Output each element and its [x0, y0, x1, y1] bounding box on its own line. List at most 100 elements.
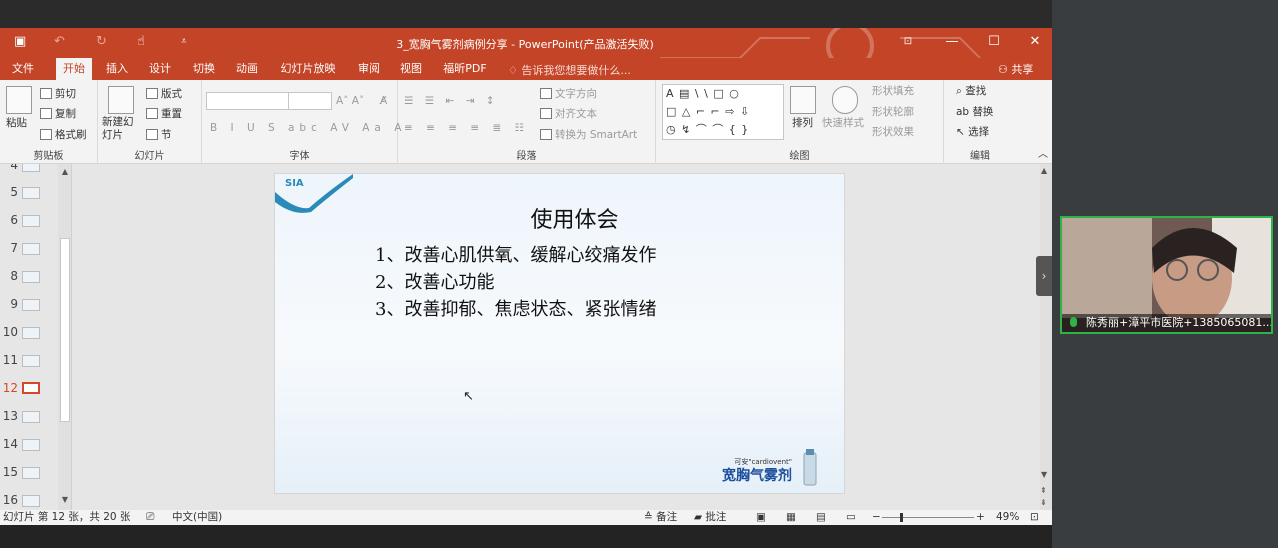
quick-styles-icon[interactable]	[832, 86, 858, 114]
zoom-in-icon[interactable]: +	[976, 510, 985, 525]
share-button[interactable]: ⚇ 共享	[998, 61, 1033, 77]
tab-design[interactable]: 设计	[143, 58, 177, 80]
touch-mode-icon[interactable]: ☝	[137, 35, 145, 49]
replace-button[interactable]: ab 替换	[956, 105, 993, 119]
bullet-item[interactable]: 3、改善抑郁、焦虑状态、紧张情绪	[375, 295, 656, 321]
tab-review[interactable]: 审阅	[352, 58, 386, 80]
fit-to-window-icon[interactable]: ⊡	[1030, 510, 1039, 525]
zoom-slider-thumb[interactable]	[900, 513, 903, 522]
layout-button[interactable]: 版式	[146, 87, 182, 101]
next-slide-icon[interactable]: ⇟	[1040, 498, 1047, 507]
quick-styles-button[interactable]: 快速样式	[822, 116, 864, 130]
slide-thumbnail[interactable]	[22, 271, 40, 283]
align-icons[interactable]: ≡ ≡ ≡ ≡ ≣ ☷	[404, 121, 529, 135]
find-button[interactable]: ⌕ 查找	[956, 84, 986, 98]
paragraph-group-label: 段落	[516, 151, 537, 162]
thumbnail-scroll-thumb[interactable]	[60, 238, 70, 422]
slide-thumbnail[interactable]	[22, 299, 40, 311]
previous-slide-icon[interactable]: ⇞	[1040, 486, 1047, 495]
slide-thumbnail[interactable]	[22, 164, 40, 172]
shape-fill-button[interactable]: 形状填充	[872, 84, 914, 98]
tell-me-text: 告诉我您想要做什么...	[521, 64, 631, 77]
spell-check-icon[interactable]: ⎚	[146, 510, 154, 525]
tab-view[interactable]: 视图	[394, 58, 428, 80]
scroll-down-icon[interactable]: ▼	[59, 494, 71, 506]
zoom-out-icon[interactable]: −	[872, 510, 881, 525]
clear-format-icon[interactable]: A̸	[380, 94, 387, 108]
scroll-up-icon[interactable]: ▲	[59, 166, 71, 178]
bullet-item[interactable]: 1、改善心肌供氧、缓解心绞痛发作	[375, 241, 656, 267]
tell-me-box[interactable]: ♢ 告诉我您想要做什么...	[508, 62, 631, 78]
slideshow-icon[interactable]: ▭	[846, 510, 856, 525]
save-icon[interactable]: ▣	[14, 35, 26, 49]
collapse-panel-button[interactable]: ›	[1036, 256, 1052, 296]
shapes-gallery[interactable]: A ▤ \ \ □ ○ □ △ ⌐ ⌐ ⇨ ⇩ ◷ ↯ ⌒ ⌒ { }	[662, 84, 784, 140]
font-name-select[interactable]	[206, 92, 290, 110]
shape-effects-button[interactable]: 形状效果	[872, 125, 914, 139]
comments-button[interactable]: ▰ 批注	[694, 510, 726, 525]
meeting-top-bar	[0, 0, 1052, 28]
grow-font-icon[interactable]: A˄ A˅	[336, 94, 364, 108]
font-style-icons[interactable]: B I U S abc AV Aa A	[210, 121, 406, 135]
slide-canvas[interactable]: SIA 使用体会 1、改善心肌供氧、缓解心绞痛发作 2、改善心功能 3、改善抑郁…	[274, 173, 845, 494]
new-slide-icon[interactable]	[108, 86, 134, 114]
tab-slideshow[interactable]: 幻灯片放映	[276, 58, 340, 80]
copy-button[interactable]: 复制	[40, 107, 76, 121]
reading-view-icon[interactable]: ▤	[816, 510, 826, 525]
arrange-icon[interactable]	[790, 86, 816, 114]
slide-thumbnail[interactable]	[22, 243, 40, 255]
select-button[interactable]: ↖ 选择	[956, 125, 989, 139]
reset-button[interactable]: 重置	[146, 107, 182, 121]
slide-thumbnail[interactable]	[22, 467, 40, 479]
normal-view-icon[interactable]: ▣	[756, 510, 766, 525]
tab-insert[interactable]: 插入	[100, 58, 134, 80]
zoom-level[interactable]: 49%	[996, 510, 1019, 525]
slide-thumbnail[interactable]	[22, 215, 40, 227]
tab-transitions[interactable]: 切换	[187, 58, 221, 80]
minimize-icon[interactable]: —	[942, 34, 962, 50]
redo-icon[interactable]: ↻	[96, 35, 107, 49]
list-indent-icons[interactable]: ☰ ☰ ⇤ ⇥ ↕	[404, 94, 499, 108]
bullet-item[interactable]: 2、改善心功能	[375, 268, 494, 294]
scroll-up-icon[interactable]: ▲	[1041, 166, 1047, 175]
tab-animations[interactable]: 动画	[230, 58, 264, 80]
customize-icon[interactable]: ⩡	[181, 35, 187, 49]
tab-home[interactable]: 开始	[56, 58, 92, 80]
close-icon[interactable]: ✕	[1025, 34, 1045, 50]
language-indicator[interactable]: 中文(中国)	[172, 510, 222, 525]
text-direction-button[interactable]: 文字方向	[540, 87, 597, 101]
participant-video-tile[interactable]: 陈秀丽+漳平市医院+1385065081...	[1060, 216, 1273, 334]
section-button[interactable]: 节	[146, 128, 172, 142]
collapse-ribbon-icon[interactable]: ︿	[1038, 148, 1048, 162]
paste-icon[interactable]	[6, 86, 32, 114]
smartart-button[interactable]: 转换为 SmartArt	[540, 128, 637, 142]
slide-thumbnail[interactable]	[22, 355, 40, 367]
slide-title[interactable]: 使用体会	[275, 202, 844, 234]
paste-button[interactable]: 粘贴	[6, 116, 27, 130]
align-text-button[interactable]: 对齐文本	[540, 107, 597, 121]
undo-icon[interactable]: ↶	[54, 35, 65, 49]
arrange-button[interactable]: 排列	[792, 116, 813, 130]
format-painter-button[interactable]: 格式刷	[40, 128, 87, 142]
shape-outline-button[interactable]: 形状轮廓	[872, 105, 914, 119]
new-slide-button[interactable]: 新建幻灯片	[102, 116, 142, 142]
slide-thumbnail[interactable]	[22, 327, 40, 339]
slide-thumbnail[interactable]	[22, 411, 40, 423]
font-size-select[interactable]	[288, 92, 332, 110]
slide-scrollbar[interactable]: ▲ ▼ ⇞ ⇟	[1040, 164, 1052, 510]
format-painter-label: 格式刷	[55, 129, 87, 141]
cut-button[interactable]: 剪切	[40, 87, 76, 101]
slide-thumbnail[interactable]	[22, 439, 40, 451]
notes-button[interactable]: ≙ 备注	[644, 510, 677, 525]
zoom-slider[interactable]	[882, 517, 974, 518]
slide-sorter-icon[interactable]: ▦	[786, 510, 796, 525]
scroll-down-icon[interactable]: ▼	[1041, 470, 1047, 479]
tab-file[interactable]: 文件	[6, 58, 40, 80]
maximize-icon[interactable]: ☐	[984, 34, 1004, 50]
tab-foxit-pdf[interactable]: 福昕PDF	[438, 58, 492, 80]
slide-thumbnail[interactable]	[22, 187, 40, 199]
slide-thumbnail-selected[interactable]	[22, 382, 40, 394]
shapes-row-3: ◷ ↯ ⌒ ⌒ { }	[666, 123, 750, 136]
ribbon-display-icon[interactable]: ⊡	[898, 34, 918, 50]
slide-thumbnail[interactable]	[22, 495, 40, 507]
